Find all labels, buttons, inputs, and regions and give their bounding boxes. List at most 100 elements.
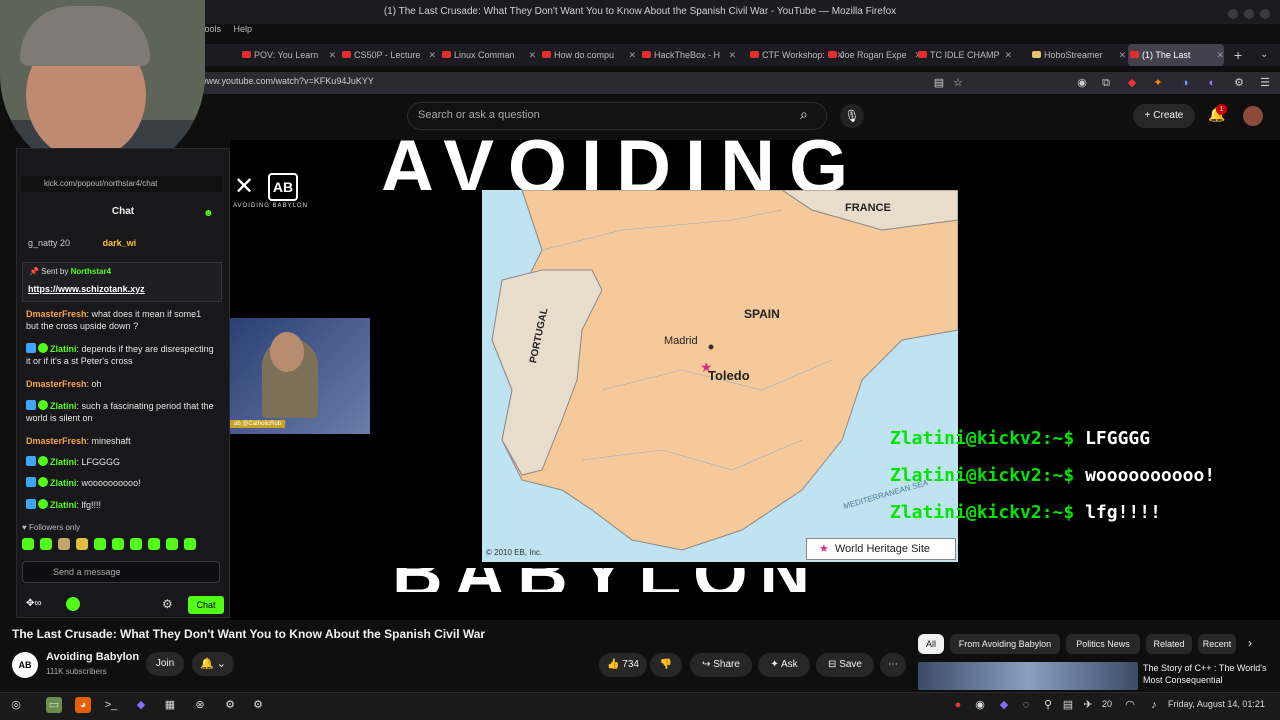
tab[interactable]: Joe Rogan Expe ✕ xyxy=(826,44,922,66)
maximize-button[interactable] xyxy=(1244,9,1254,19)
search-icon[interactable]: ⌕ xyxy=(800,106,808,123)
subscription-bell-icon[interactable]: 🔔 ⌄ xyxy=(192,652,234,676)
avatar[interactable] xyxy=(1243,106,1263,126)
extension-icon[interactable]: ✦ xyxy=(1151,76,1165,90)
ask-button[interactable]: ✦ Ask xyxy=(758,653,810,677)
emote-icon[interactable] xyxy=(58,538,70,550)
close-tab-icon[interactable]: ✕ xyxy=(428,44,436,66)
chat-username[interactable]: Zlatini xyxy=(50,344,77,354)
close-tab-icon[interactable]: ✕ xyxy=(1216,44,1224,66)
start-menu-icon[interactable]: ◎ xyxy=(8,697,24,713)
settings-icon[interactable]: ⚙ xyxy=(250,697,266,713)
window-controls[interactable] xyxy=(1222,6,1270,24)
close-tab-icon[interactable]: ✕ xyxy=(1004,44,1012,66)
settings-icon[interactable]: ⚙ xyxy=(222,697,238,713)
close-tab-icon[interactable]: ✕ xyxy=(628,44,636,66)
chat-username[interactable]: DmasterFresh xyxy=(26,436,87,446)
chip-recent[interactable]: Recent xyxy=(1198,634,1236,654)
close-tab-icon[interactable]: ✕ xyxy=(728,44,736,66)
create-button[interactable]: + Create xyxy=(1133,104,1195,128)
extension-icon[interactable]: ◑ xyxy=(1178,76,1192,90)
firefox-icon[interactable]: ◕ xyxy=(75,697,91,713)
kick-icon[interactable] xyxy=(66,597,80,611)
chat-message-input[interactable]: Send a message xyxy=(22,561,220,583)
tab-active[interactable]: (1) The Last ✕ xyxy=(1128,44,1224,66)
emote-icon[interactable] xyxy=(166,538,178,550)
pinned-by-user[interactable]: Northstar4 xyxy=(71,267,111,276)
tray-icon[interactable]: ◉ xyxy=(972,697,988,713)
extensions-icon[interactable]: ⧉ xyxy=(1099,76,1113,90)
chip-related[interactable]: Related xyxy=(1146,634,1192,654)
emote-icon[interactable] xyxy=(94,538,106,550)
app-icon[interactable]: ◆ xyxy=(133,697,149,713)
close-button[interactable] xyxy=(1260,9,1270,19)
share-button[interactable]: ↪ Share xyxy=(690,653,752,677)
channel-name[interactable]: Avoiding Babylon xyxy=(46,651,139,663)
channel-avatar[interactable]: AB xyxy=(12,652,38,678)
clock[interactable]: Friday, August 14, 01:21 xyxy=(1168,699,1265,709)
microphone-icon[interactable]: 🎙 xyxy=(840,104,864,128)
extension-icon[interactable]: ◆ xyxy=(1125,76,1139,90)
chat-username[interactable]: Zlatini xyxy=(50,478,77,488)
tab[interactable]: How do compu ✕ xyxy=(540,44,636,66)
tab[interactable]: POV: You Learn ✕ xyxy=(240,44,336,66)
emote-icon[interactable] xyxy=(130,538,142,550)
chat-username[interactable]: DmasterFresh xyxy=(26,309,87,319)
chip-politics-news[interactable]: Politics News xyxy=(1066,634,1140,654)
related-video-title[interactable]: The Story of C++ : The World's Most Cons… xyxy=(1143,662,1273,690)
related-video-thumbnail[interactable] xyxy=(918,662,1138,690)
emote-icon[interactable] xyxy=(148,538,160,550)
chat-settings-icon[interactable]: ⚙ xyxy=(162,597,173,611)
tray-icon[interactable]: ⚲ xyxy=(1040,697,1056,713)
more-actions-icon[interactable]: ⋯ xyxy=(880,653,906,677)
settings-icon[interactable]: ⚙ xyxy=(1232,76,1246,90)
tray-icon[interactable]: ◆ xyxy=(996,697,1012,713)
chevron-right-icon[interactable]: › xyxy=(1248,636,1252,650)
wifi-icon[interactable]: ◠ xyxy=(1122,697,1138,713)
app-icon[interactable]: ⊛ xyxy=(192,697,208,713)
dislike-button[interactable]: 👎 xyxy=(650,653,682,677)
like-button[interactable]: 👍 734 xyxy=(599,653,647,677)
pinned-link[interactable]: https://www.schizotank.xyz xyxy=(28,284,145,294)
emote-icon[interactable] xyxy=(22,538,34,550)
close-tab-icon[interactable]: ✕ xyxy=(328,44,336,66)
tab[interactable]: HackTheBox - H ✕ xyxy=(640,44,736,66)
tab[interactable]: HoboStreamer ✕ xyxy=(1030,44,1126,66)
account-icon[interactable]: ◉ xyxy=(1075,76,1089,90)
tab[interactable]: TC IDLE CHAMP ✕ xyxy=(916,44,1012,66)
emote-icon[interactable] xyxy=(40,538,52,550)
chat-username[interactable]: Zlatini xyxy=(50,401,77,411)
chip-from-channel[interactable]: From Avoiding Babylon xyxy=(950,634,1060,654)
chat-username[interactable]: dark_wi xyxy=(103,238,137,248)
emote-icon[interactable] xyxy=(112,538,124,550)
app-icon[interactable]: ▦ xyxy=(162,697,178,713)
chat-url-field[interactable]: kick.com/popout/northstar4/chat xyxy=(22,176,222,192)
join-button[interactable]: Join xyxy=(146,652,184,676)
menu-help[interactable]: Help xyxy=(234,24,253,34)
close-tab-icon[interactable]: ✕ xyxy=(528,44,536,66)
emote-icon[interactable] xyxy=(184,538,196,550)
minimize-button[interactable] xyxy=(1228,9,1238,19)
chip-all[interactable]: All xyxy=(918,634,944,654)
terminal-icon[interactable]: >_ xyxy=(103,697,119,713)
chat-tools-icon[interactable]: ✥∞ xyxy=(26,598,42,609)
url-field[interactable]: www.youtube.com/watch?v=KFKu94JuKYY xyxy=(200,76,374,86)
chat-username[interactable]: Zlatini xyxy=(50,500,77,510)
clipboard-icon[interactable]: ▤ xyxy=(1060,697,1076,713)
reader-view-icon[interactable]: ▤ xyxy=(932,76,946,90)
emote-icon[interactable] xyxy=(76,538,88,550)
menu-icon[interactable]: ☰ xyxy=(1258,76,1272,90)
bookmark-star-icon[interactable]: ☆ xyxy=(951,76,965,90)
record-icon[interactable]: ● xyxy=(950,697,966,713)
temperature-icon[interactable]: ✈ xyxy=(1080,697,1096,713)
chat-username[interactable]: Zlatini xyxy=(50,457,77,467)
chat-username[interactable]: g_natty xyxy=(28,238,58,248)
users-icon[interactable]: ☻ xyxy=(203,208,214,219)
file-manager-icon[interactable]: ▭ xyxy=(46,697,62,713)
tab[interactable]: CS50P - Lecture ✕ xyxy=(340,44,436,66)
close-tab-icon[interactable]: ✕ xyxy=(1118,44,1126,66)
save-button[interactable]: ⊟ Save xyxy=(816,653,874,677)
new-tab-icon[interactable]: + xyxy=(1234,44,1242,66)
chat-send-button[interactable]: Chat xyxy=(188,596,224,614)
tab[interactable]: Linux Comman ✕ xyxy=(440,44,536,66)
